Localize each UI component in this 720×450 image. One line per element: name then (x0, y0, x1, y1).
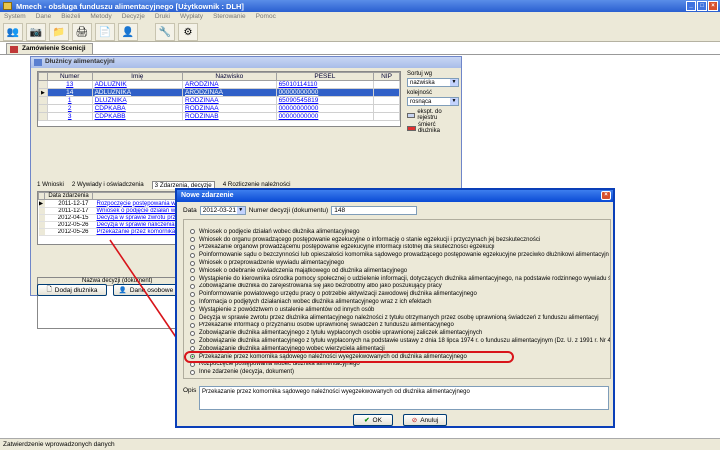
radio-button[interactable] (190, 244, 195, 250)
event-option[interactable]: Wystąpienie z powództwem o ustalenie ali… (190, 306, 610, 314)
radio-button[interactable] (190, 260, 195, 266)
event-option-label: Wystąpienie do kierownika ośrodka pomocy… (199, 275, 610, 282)
event-option-label: Przekazanie informacji o przyznaniu osob… (199, 322, 454, 329)
date-select[interactable]: 2012-03-21 ▼ (199, 206, 246, 215)
radio-button[interactable] (190, 322, 195, 328)
ok-button[interactable]: ✔ OK (353, 414, 393, 426)
event-option-label: Decyzja w sprawie zwrotu przez dłużnika … (199, 314, 599, 321)
event-option-label: Zobowiązanie dłużnika do zarejestrowania… (199, 283, 442, 290)
radio-button[interactable] (190, 330, 195, 336)
event-option[interactable]: Zobowiązanie dłużnika alimentacyjnego z … (190, 329, 610, 337)
radio-button[interactable] (190, 276, 195, 282)
cancel-button[interactable]: ⊘ Anuluj (403, 414, 447, 426)
event-option[interactable]: Wniosek do organu prowadzącego postępowa… (190, 236, 610, 244)
radio-button[interactable] (190, 307, 195, 313)
event-option-label: Wniosek o podjęcie działań wobec dłużnik… (199, 228, 360, 235)
event-option-label: Zobowiązanie dłużnika alimentacyjnego z … (199, 338, 610, 345)
dialog-title-bar[interactable]: Nowe zdarzenie × (177, 190, 613, 202)
radio-button[interactable] (190, 291, 195, 297)
status-bar: Zatwierdzenie wprowadzonych danych (0, 438, 720, 450)
event-option-label: Poinformowanie powiatowego urzędu pracy … (199, 291, 477, 298)
event-option[interactable]: Poinformowanie sądu o bezczynności lub o… (190, 251, 610, 259)
event-option-label: Wniosek o odebranie oświadczenia majątko… (199, 267, 408, 274)
event-option[interactable]: Poinformowanie powiatowego urzędu pracy … (190, 290, 610, 298)
event-option-label: Wniosek do organu prowadzącego postępowa… (199, 236, 541, 243)
cancel-icon: ⊘ (411, 417, 418, 424)
radio-button[interactable] (190, 315, 195, 321)
selection-highlight (184, 351, 514, 363)
event-option[interactable]: Wniosek o podjęcie działań wobec dłużnik… (190, 228, 610, 236)
event-option-label: Wniosek o przeprowadzenie wywiadu alimen… (199, 260, 345, 267)
status-text: Zatwierdzenie wprowadzonych danych (3, 441, 115, 448)
event-option[interactable]: Zobowiązanie dłużnika do zarejestrowania… (190, 283, 610, 291)
event-option[interactable]: Wniosek o odebranie oświadczenia majątko… (190, 267, 610, 275)
close-icon[interactable]: × (601, 191, 611, 200)
event-option[interactable]: Przekazanie organowi prowadzącemu postęp… (190, 244, 610, 252)
event-option[interactable]: Decyzja w sprawie zwrotu przez dłużnika … (190, 314, 610, 322)
radio-button[interactable] (190, 268, 195, 274)
event-option[interactable]: Zobowiązanie dłużnika alimentacyjnego z … (190, 337, 610, 345)
description-label: Opis (183, 387, 197, 394)
radio-button[interactable] (190, 369, 195, 375)
new-event-dialog: Nowe zdarzenie × Data 2012-03-21 ▼ Numer… (175, 188, 615, 428)
event-option-label: Wystąpienie z powództwem o ustalenie ali… (199, 306, 375, 313)
chevron-down-icon[interactable]: ▼ (236, 207, 245, 214)
radio-button[interactable] (190, 299, 195, 305)
event-option[interactable]: Przekazanie informacji o przyznaniu osob… (190, 322, 610, 330)
radio-button[interactable] (190, 237, 195, 243)
event-option-label: Zobowiązanie dłużnika alimentacyjnego z … (199, 330, 483, 337)
radio-button[interactable] (190, 252, 195, 258)
event-option-label: Przekazanie organowi prowadzącemu postęp… (199, 244, 495, 251)
event-option-label: Inne zdarzenie (decyzja, dokument) (199, 369, 295, 376)
description-textarea[interactable]: Przekazanie przez komornika sądowego nal… (199, 386, 609, 410)
event-option[interactable]: Inne zdarzenie (decyzja, dokument) (190, 368, 610, 376)
radio-button[interactable] (190, 229, 195, 235)
date-row: Data 2012-03-21 ▼ Numer decyzji (dokumen… (183, 206, 418, 215)
event-option[interactable]: Informacja o podjętych działaniach wobec… (190, 298, 610, 306)
event-option-label: Informacja o podjętych działaniach wobec… (199, 299, 432, 306)
check-icon: ✔ (364, 417, 370, 424)
event-option[interactable]: Wystąpienie do kierownika ośrodka pomocy… (190, 275, 610, 283)
radio-button[interactable] (190, 283, 195, 289)
decision-number-input[interactable]: 148 (331, 206, 418, 215)
event-option-label: Poinformowanie sądu o bezczynności lub o… (199, 252, 609, 259)
radio-button[interactable] (190, 338, 195, 344)
event-option[interactable]: Wniosek o przeprowadzenie wywiadu alimen… (190, 259, 610, 267)
